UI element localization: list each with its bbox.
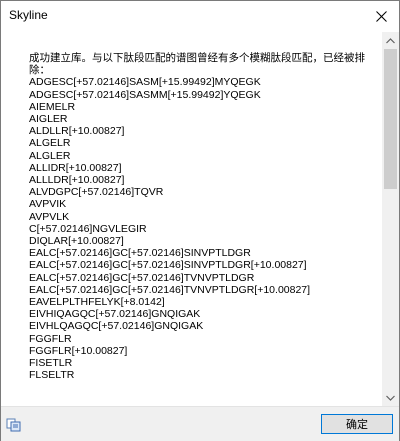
peptide-item: EIVHIQAGQC[+57.02146]GNQIGAK [29,308,201,321]
peptide-item: AVPVLK [29,210,70,223]
vertical-scrollbar[interactable] [382,32,399,406]
scroll-up-button[interactable] [382,32,399,49]
peptide-item: C[+57.02146]NGVLEGIR [29,222,147,235]
close-button[interactable] [363,1,399,32]
peptide-item: ALDLLR[+10.00827] [29,125,125,138]
peptide-item: FGGFLR [29,332,72,345]
peptide-item: ALGLER [29,149,71,162]
ok-button[interactable]: 确定 [321,414,393,434]
title-bar[interactable]: Skyline [1,1,399,32]
peptide-item: AVPVIK [29,198,67,211]
scroll-down-button[interactable] [382,389,399,406]
peptide-item: EALC[+57.02146]GC[+57.02146]SINVPTLDGR[+… [29,259,307,272]
peptide-item: ALVDGPC[+57.02146]TQVR [29,186,164,199]
peptide-item: AIGLER [29,113,68,126]
peptide-item: ALLIDR[+10.00827] [29,161,122,174]
copy-icon[interactable] [6,417,22,433]
peptide-item: EIVHLQAGQC[+57.02146]GNQIGAK [29,320,204,333]
message-panel: 成功建立库。与以下肽段匹配的谱图曾经有多个模糊肽段匹配，已经被排除： ADGES… [1,32,399,405]
peptide-item: ALGELR [29,137,71,150]
chevron-down-icon [386,395,395,401]
message-text: 成功建立库。与以下肽段匹配的谱图曾经有多个模糊肽段匹配，已经被排除： [29,52,365,77]
dialog-window: Skyline 成功建立库。与以下肽段匹配的谱图曾经有多个模糊肽段匹配，已经被排… [0,0,400,441]
window-title: Skyline [9,8,48,22]
dialog-footer: 确定 [1,406,399,441]
peptide-item: AIEMELR [29,100,76,113]
close-icon [375,11,387,22]
peptide-item: ADGESC[+57.02146]SASM[+15.99492]MYQEGK [29,76,261,89]
peptide-item: EAVELPLTHFELYK[+8.0142] [29,296,165,309]
peptide-item: ALLLDR[+10.00827] [29,174,125,187]
peptide-item: EALC[+57.02146]GC[+57.02146]TVNVPTLDGR [29,271,255,284]
peptide-item: EALC[+57.02146]GC[+57.02146]SINVPTLDGR [29,247,251,260]
message-text-area[interactable]: 成功建立库。与以下肽段匹配的谱图曾经有多个模糊肽段匹配，已经被排除： ADGES… [29,52,379,405]
peptide-item: FLSELTR [29,369,75,382]
peptide-item: FISETLR [29,357,73,370]
peptide-item: DIQLAR[+10.00827] [29,235,124,248]
peptide-item: ADGESC[+57.02146]SASMM[+15.99492]YQEGK [29,88,261,101]
chevron-up-icon [386,37,395,43]
peptide-item: EALC[+57.02146]GC[+57.02146]TVNVPTLDGR[+… [29,283,311,296]
peptide-item: FGGFLR[+10.00827] [29,344,128,357]
excluded-peptide-list: ADGESC[+57.02146]SASM[+15.99492]MYQEGK AD… [29,76,379,381]
scrollbar-thumb[interactable] [384,49,397,189]
